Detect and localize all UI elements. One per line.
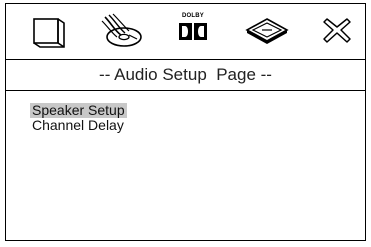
menu-list: Speaker Setup Channel Delay [6, 91, 365, 133]
audio-disc-icon[interactable] [99, 13, 145, 49]
menu-item-channel-delay[interactable]: Channel Delay [30, 118, 126, 133]
icon-toolbar: DOLBY [6, 4, 365, 60]
setup-menu-window: DOLBY -- Audio Setup Page -- Speaker Set… [5, 3, 366, 241]
tv-screen-icon[interactable] [28, 13, 70, 49]
menu-item-speaker-setup[interactable]: Speaker Setup [30, 103, 127, 118]
exit-icon[interactable] [319, 13, 355, 49]
page-title: -- Audio Setup Page -- [99, 65, 272, 84]
dolby-logo-text: DOLBY [182, 13, 204, 19]
video-setup-icon[interactable] [244, 13, 290, 49]
page-title-bar: -- Audio Setup Page -- [6, 60, 365, 91]
dolby-icon[interactable]: DOLBY [173, 13, 213, 49]
